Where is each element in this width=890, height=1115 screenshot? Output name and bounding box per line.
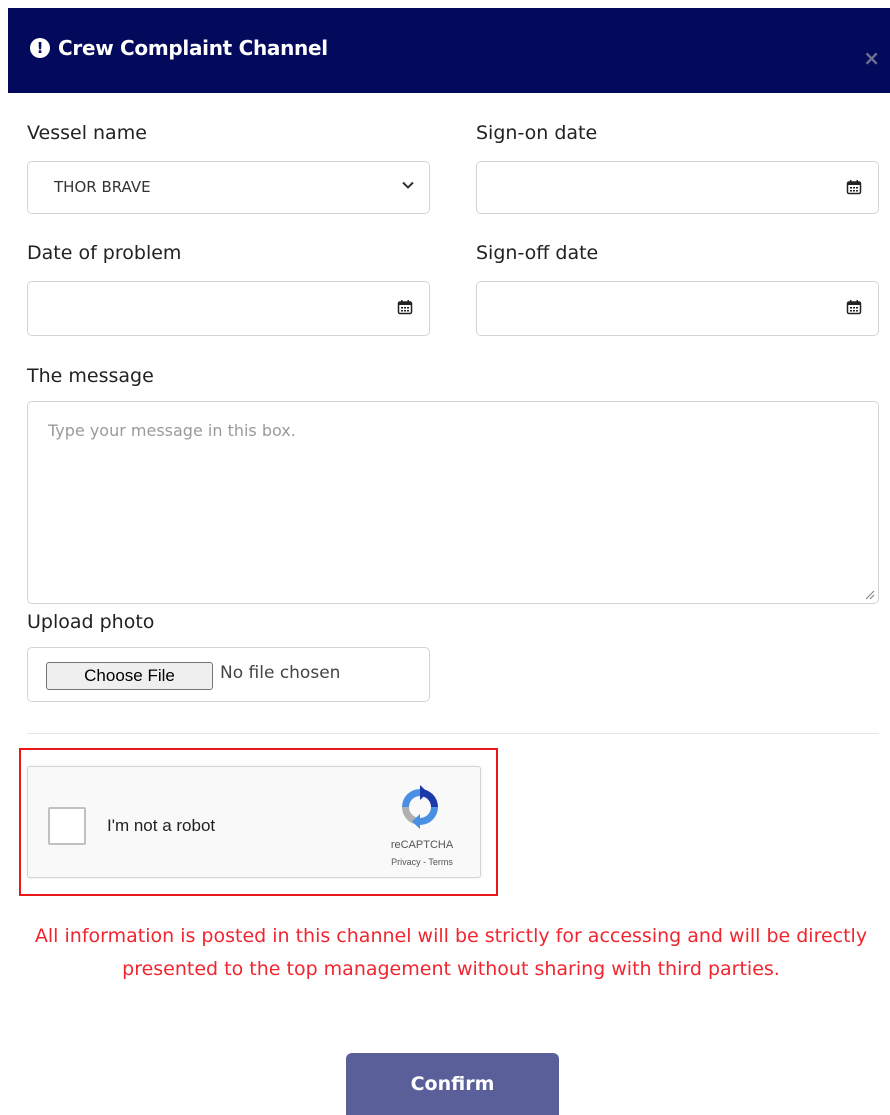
calendar-icon[interactable] (846, 299, 862, 315)
header-title-group: ! Crew Complaint Channel (30, 36, 328, 60)
divider (27, 733, 879, 734)
recaptcha-brand: reCAPTCHA (390, 839, 454, 851)
close-icon[interactable]: × (863, 48, 880, 68)
file-status: No file chosen (220, 663, 341, 683)
sign-on-date-input[interactable] (476, 161, 879, 214)
recaptcha-label: I'm not a robot (107, 816, 216, 835)
message-placeholder: Type your message in this box. (48, 421, 296, 440)
exclamation-circle-icon: ! (30, 38, 50, 58)
chevron-down-icon (402, 181, 414, 189)
calendar-icon[interactable] (846, 179, 862, 195)
choose-file-button[interactable]: Choose File (46, 662, 213, 690)
sign-on-date-label: Sign-on date (476, 122, 598, 144)
modal-title: Crew Complaint Channel (58, 36, 328, 60)
modal-header: ! Crew Complaint Channel × (8, 8, 890, 93)
message-label: The message (27, 365, 154, 387)
confirm-button[interactable]: Confirm (346, 1053, 559, 1115)
resize-grip-icon[interactable] (863, 588, 875, 600)
recaptcha-logo-icon (402, 785, 438, 829)
date-of-problem-input[interactable] (27, 281, 430, 336)
date-of-problem-label: Date of problem (27, 242, 182, 264)
recaptcha-checkbox[interactable] (48, 807, 86, 845)
vessel-name-value: THOR BRAVE (54, 178, 151, 196)
vessel-name-label: Vessel name (27, 122, 147, 144)
upload-photo-label: Upload photo (27, 611, 155, 633)
sign-off-date-label: Sign-off date (476, 242, 599, 264)
recaptcha-widget: I'm not a robot reCAPTCHA Privacy - Term… (27, 766, 481, 878)
message-textarea[interactable]: Type your message in this box. (27, 401, 879, 604)
privacy-notice: All information is posted in this channe… (34, 925, 868, 980)
recaptcha-links[interactable]: Privacy - Terms (359, 857, 485, 867)
calendar-icon[interactable] (397, 299, 413, 315)
vessel-name-select[interactable]: THOR BRAVE (27, 161, 430, 214)
upload-photo-input[interactable]: Choose File No file chosen (27, 647, 430, 702)
sign-off-date-input[interactable] (476, 281, 879, 336)
